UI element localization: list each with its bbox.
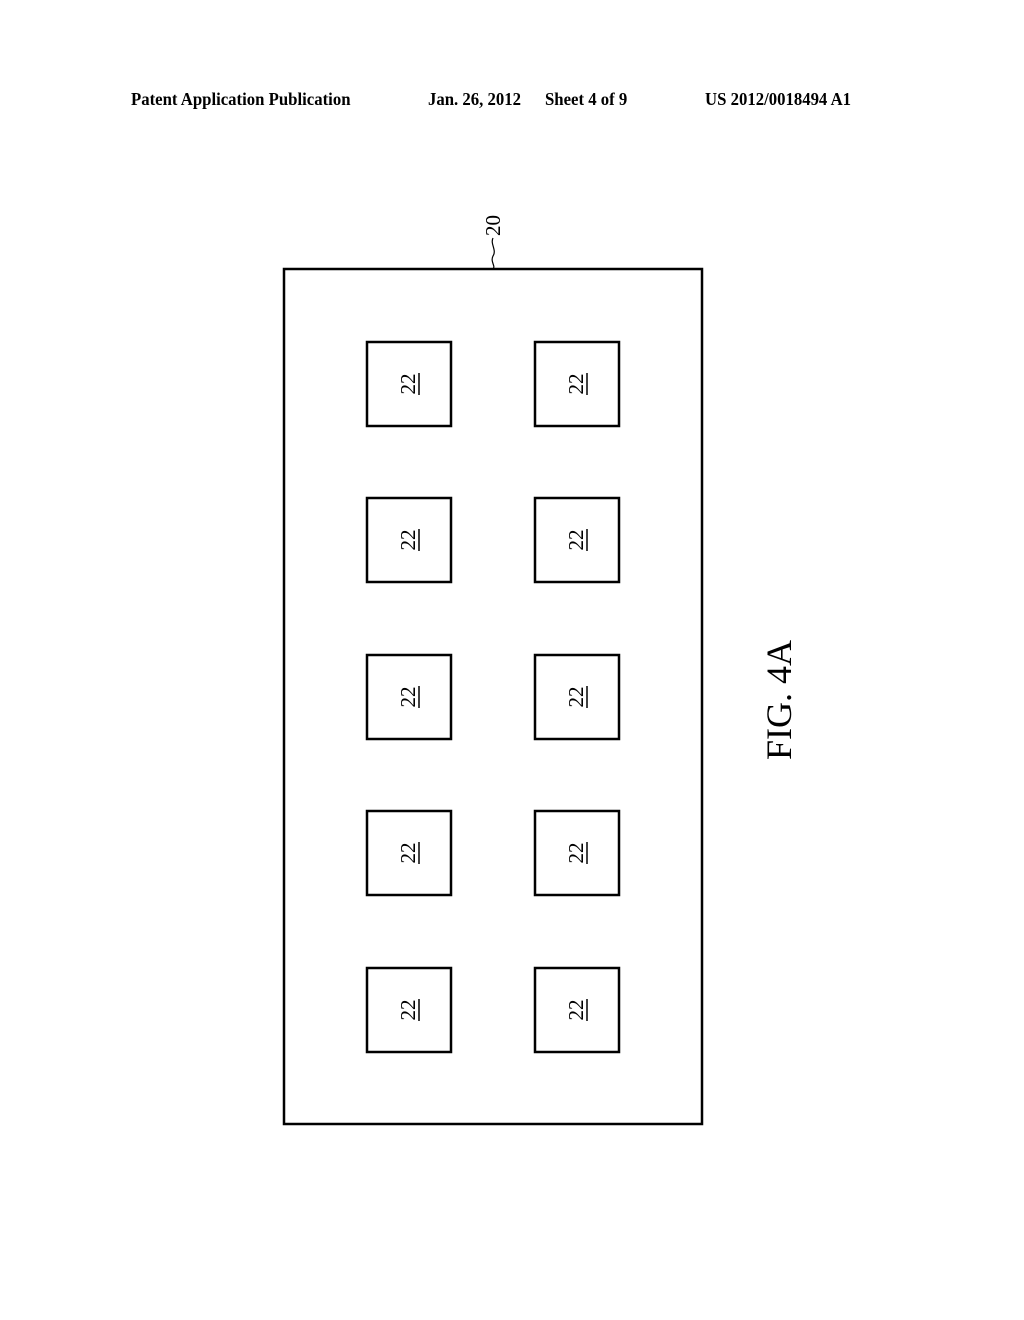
element-22: 22 <box>533 809 621 897</box>
element-22: 22 <box>533 653 621 741</box>
substrate-outline <box>282 267 704 1126</box>
figure-caption: FIG. 4A <box>759 640 799 760</box>
figure-diagram: 20 22 22 22 22 22 22 22 22 22 22 FIG. 4A <box>282 215 799 1126</box>
element-22: 22 <box>365 966 453 1054</box>
element-reference-label: 22 <box>564 687 588 708</box>
element-reference-label: 22 <box>564 530 588 551</box>
element-reference-label: 22 <box>564 843 588 864</box>
element-reference-label: 22 <box>396 843 420 864</box>
substrate-leader-line <box>491 237 495 270</box>
element-reference-label: 22 <box>396 530 420 551</box>
substrate-reference-label: 20 <box>481 215 505 236</box>
element-22: 22 <box>365 340 453 428</box>
element-22: 22 <box>533 340 621 428</box>
element-reference-label: 22 <box>564 374 588 395</box>
element-grid: 22 22 22 22 22 22 22 22 22 22 <box>365 340 621 1054</box>
element-22: 22 <box>533 496 621 584</box>
element-22: 22 <box>533 966 621 1054</box>
element-reference-label: 22 <box>396 1000 420 1021</box>
element-22: 22 <box>365 496 453 584</box>
element-reference-label: 22 <box>564 1000 588 1021</box>
element-22: 22 <box>365 653 453 741</box>
element-reference-label: 22 <box>396 374 420 395</box>
element-22: 22 <box>365 809 453 897</box>
element-reference-label: 22 <box>396 687 420 708</box>
